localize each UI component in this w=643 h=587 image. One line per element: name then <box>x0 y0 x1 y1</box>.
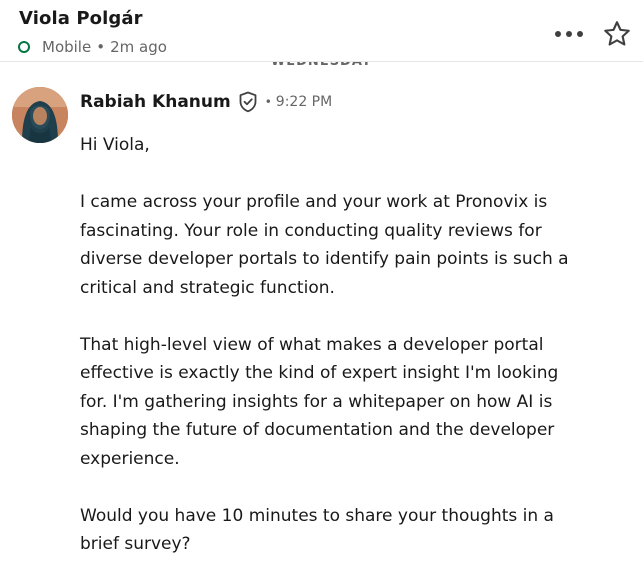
contact-name[interactable]: Viola Polgár <box>19 8 143 29</box>
presence-separator: • <box>96 38 106 56</box>
presence-label: Mobile <box>42 38 92 56</box>
message-meta: Rabiah Khanum • 9:22 PM <box>80 91 332 113</box>
star-icon <box>604 21 630 46</box>
time-separator: • <box>264 95 272 109</box>
more-horizontal-icon <box>555 31 583 37</box>
message-paragraph: Hi Viola, <box>80 135 150 155</box>
header-actions <box>541 14 637 54</box>
message-timestamp: 9:22 PM <box>275 94 333 110</box>
sender-avatar[interactable] <box>12 87 68 143</box>
message-paragraph: That high-level view of what makes a dev… <box>80 334 559 469</box>
message-paragraph: Would you have 10 minutes to share your … <box>80 505 554 555</box>
verified-shield-icon <box>237 91 259 113</box>
last-active-label: 2m ago <box>110 38 167 56</box>
more-options-button[interactable] <box>549 14 589 54</box>
online-status-icon <box>18 41 30 53</box>
conversation-header: Viola Polgár Mobile • 2m ago <box>0 0 643 62</box>
sender-name[interactable]: Rabiah Khanum <box>80 92 231 112</box>
message-body: Hi Viola, I came across your profile and… <box>80 131 575 587</box>
message-paragraph: I came across your profile and your work… <box>80 192 569 298</box>
star-conversation-button[interactable] <box>597 14 637 54</box>
presence-status: Mobile • 2m ago <box>18 37 167 57</box>
avatar-photo <box>12 87 68 143</box>
